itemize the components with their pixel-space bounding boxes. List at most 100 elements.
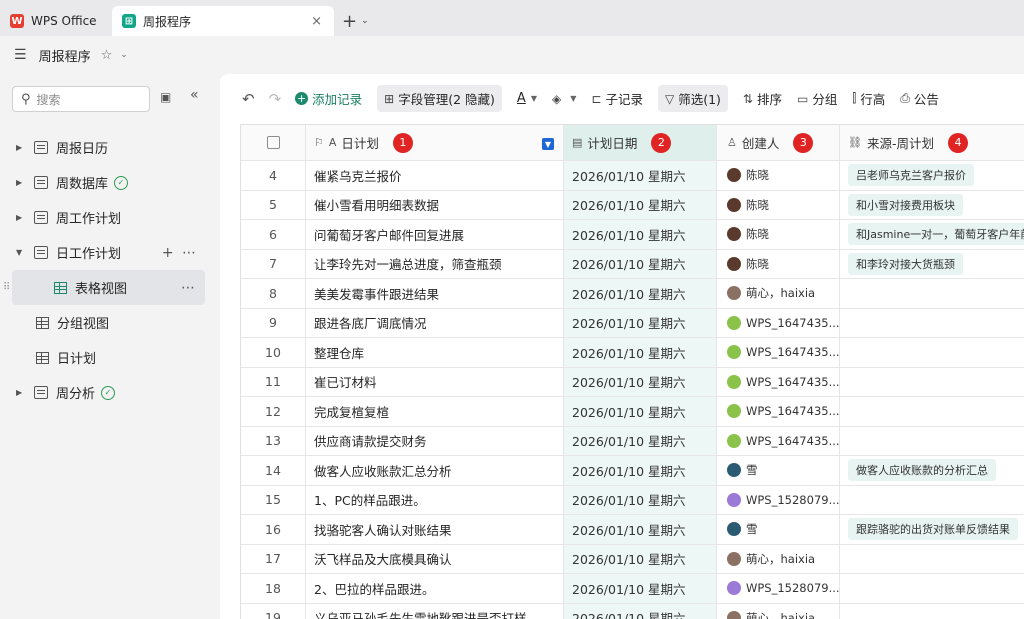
table-row[interactable]: 12 完成复楦复楦 2026/01/10 星期六 WPS_1647435... — [241, 397, 1024, 427]
date-cell[interactable]: 2026/01/10 星期六 — [564, 397, 717, 427]
date-cell[interactable]: 2026/01/10 星期六 — [564, 220, 717, 250]
source-cell[interactable] — [840, 427, 1024, 456]
table-row[interactable]: 6 问葡萄牙客户邮件回复进展 2026/01/10 星期六 陈晓 和Jasmine一对一… — [241, 220, 1024, 250]
table-row[interactable]: 8 美美发霉事件跟进结果 2026/01/10 星期六 萌心，haixia — [241, 279, 1024, 309]
source-cell[interactable] — [840, 279, 1024, 309]
column-header-source[interactable]: ⛓ 来源-周计划 4 — [840, 125, 1024, 161]
creator-cell[interactable]: WPS_1647435... — [717, 367, 840, 397]
source-cell[interactable] — [840, 574, 1024, 604]
tab-weekly-report[interactable]: ⊞ 周报程序 × — [112, 6, 334, 36]
source-cell[interactable] — [840, 604, 1024, 619]
notice-button[interactable]: ⎙ 公告 — [900, 89, 939, 108]
filter-button[interactable]: ▽ 筛选(1) — [657, 85, 728, 112]
creator-cell[interactable]: WPS_1647435... — [717, 338, 840, 368]
plan-cell[interactable]: 找骆驼客人确认对账结果 — [306, 515, 564, 545]
plan-cell[interactable]: 催小雪看用明细表数据 — [306, 190, 564, 220]
creator-cell[interactable]: 萌心，haixia — [717, 279, 840, 309]
plan-cell[interactable]: 跟进各底厂调底情况 — [306, 308, 564, 338]
date-cell[interactable]: 2026/01/10 星期六 — [564, 249, 717, 279]
text-color-button[interactable]: A ▼ — [517, 91, 537, 106]
creator-cell[interactable]: WPS_1528079... — [717, 485, 840, 515]
sidebar-subitem-daily-plan[interactable]: 日计划 — [0, 340, 220, 375]
column-header-creator[interactable]: ♙ 创建人 3 — [717, 125, 840, 161]
plan-cell[interactable]: 完成复楦复楦 — [306, 397, 564, 427]
source-cell[interactable] — [840, 309, 1024, 338]
creator-cell[interactable]: 陈晓 — [717, 161, 840, 191]
date-cell[interactable]: 2026/01/10 星期六 — [564, 190, 717, 220]
source-cell[interactable] — [840, 338, 1024, 368]
undo-icon[interactable]: ↶ — [242, 90, 255, 108]
expand-icon[interactable]: ▶ — [16, 143, 28, 152]
select-all-checkbox[interactable] — [266, 136, 280, 149]
expand-icon[interactable]: ▶ — [16, 178, 28, 187]
table-row[interactable]: 5 催小雪看用明细表数据 2026/01/10 星期六 陈晓 和小雪对接费用板块 — [241, 190, 1024, 220]
search-input[interactable]: ⚲ 搜索 — [12, 86, 150, 112]
drag-handle-icon[interactable]: ⠿ — [3, 282, 10, 293]
plan-cell[interactable]: 让李玲先对一遍总进度，筛查瓶颈 — [306, 249, 564, 279]
tab-wps-office[interactable]: W WPS Office — [0, 6, 112, 36]
source-cell[interactable]: 和Jasmine一对一，葡萄牙客户年前 — [840, 220, 1024, 250]
new-tab-button[interactable]: + ⌄ — [334, 6, 369, 36]
table-row[interactable]: 4 催紧乌克兰报价 2026/01/10 星期六 陈晓 吕老师乌克兰客户报价 — [241, 161, 1024, 191]
sidebar-subitem-table-view[interactable]: ⠿ 表格视图 ⋯ — [3, 270, 205, 305]
filter-active-icon[interactable]: ▼ — [542, 138, 554, 150]
chevron-down-icon[interactable]: ⌄ — [120, 50, 128, 60]
linked-record-tag[interactable]: 和李玲对接大货瓶颈 — [848, 252, 963, 275]
plan-cell[interactable]: 2、巴拉的样品跟进。 — [306, 574, 564, 604]
creator-cell[interactable]: 萌心，haixia — [717, 603, 840, 619]
row-height-button[interactable]: ⫿ 行高 — [852, 89, 885, 108]
table-row[interactable]: 9 跟进各底厂调底情况 2026/01/10 星期六 WPS_1647435... — [241, 308, 1024, 338]
source-cell[interactable]: 和小雪对接费用板块 — [840, 191, 1024, 220]
plan-cell[interactable]: 沃飞样品及大底模具确认 — [306, 544, 564, 574]
creator-cell[interactable]: WPS_1647435... — [717, 397, 840, 427]
sort-button[interactable]: ⇅ 排序 — [743, 89, 782, 108]
fill-color-button[interactable]: ◈ ▼ — [552, 92, 576, 106]
table-row[interactable]: 18 2、巴拉的样品跟进。 2026/01/10 星期六 WPS_1528079... — [241, 574, 1024, 604]
creator-cell[interactable]: 陈晓 — [717, 249, 840, 279]
source-cell[interactable]: 和李玲对接大货瓶颈 — [840, 250, 1024, 279]
date-cell[interactable]: 2026/01/10 星期六 — [564, 544, 717, 574]
add-record-button[interactable]: + 添加记录 — [295, 89, 362, 108]
plan-cell[interactable]: 整理仓库 — [306, 338, 564, 368]
expand-icon[interactable]: ▶ — [16, 388, 28, 397]
redo-icon[interactable]: ↷ — [269, 90, 282, 108]
group-button[interactable]: ▭ 分组 — [797, 89, 837, 108]
date-cell[interactable]: 2026/01/10 星期六 — [564, 456, 717, 486]
date-cell[interactable]: 2026/01/10 星期六 — [564, 367, 717, 397]
table-row[interactable]: 7 让李玲先对一遍总进度，筛查瓶颈 2026/01/10 星期六 陈晓 和李玲对接大货瓶… — [241, 249, 1024, 279]
table-row[interactable]: 10 整理仓库 2026/01/10 星期六 WPS_1647435... — [241, 338, 1024, 368]
linked-record-tag[interactable]: 做客人应收账款的分析汇总 — [848, 459, 996, 482]
table-row[interactable]: 16 找骆驼客人确认对账结果 2026/01/10 星期六 雪 跟踪骆驼的出货对账单反馈… — [241, 515, 1024, 545]
plan-cell[interactable]: 催紧乌克兰报价 — [306, 161, 564, 191]
date-cell[interactable]: 2026/01/10 星期六 — [564, 515, 717, 545]
table-row[interactable]: 11 崔已订材料 2026/01/10 星期六 WPS_1647435... — [241, 367, 1024, 397]
table-row[interactable]: 13 供应商请款提交财务 2026/01/10 星期六 WPS_1647435... — [241, 426, 1024, 456]
table-row[interactable]: 17 沃飞样品及大底模具确认 2026/01/10 星期六 萌心，haixia — [241, 544, 1024, 574]
date-cell[interactable]: 2026/01/10 星期六 — [564, 603, 717, 619]
sidebar-item-daily-plan[interactable]: ▼ 日工作计划 + ⋯ — [0, 235, 220, 270]
date-cell[interactable]: 2026/01/10 星期六 — [564, 338, 717, 368]
linked-record-tag[interactable]: 和Jasmine一对一，葡萄牙客户年前 — [848, 223, 1024, 246]
plan-cell[interactable]: 美美发霉事件跟进结果 — [306, 279, 564, 309]
date-cell[interactable]: 2026/01/10 星期六 — [564, 308, 717, 338]
sidebar-item-weekly-calendar[interactable]: ▶ 周报日历 — [0, 130, 220, 165]
date-cell[interactable]: 2026/01/10 星期六 — [564, 161, 717, 191]
close-tab-icon[interactable]: × — [311, 14, 322, 29]
plan-cell[interactable]: 义乌亚马孙毛先生雪地靴跟进是否打样 — [306, 603, 564, 619]
date-cell[interactable]: 2026/01/10 星期六 — [564, 485, 717, 515]
date-cell[interactable]: 2026/01/10 星期六 — [564, 426, 717, 456]
creator-cell[interactable]: WPS_1528079... — [717, 574, 840, 604]
column-header-plan[interactable]: ⚐ A 日计划 1 — [306, 125, 564, 161]
creator-cell[interactable]: 陈晓 — [717, 220, 840, 250]
table-row[interactable]: 15 1、PC的样品跟进。 2026/01/10 星期六 WPS_1528079... — [241, 485, 1024, 515]
date-cell[interactable]: 2026/01/10 星期六 — [564, 574, 717, 604]
source-cell[interactable]: 做客人应收账款的分析汇总 — [840, 456, 1024, 486]
add-view-more-icons[interactable]: + ⋯ — [162, 245, 198, 261]
star-icon[interactable]: ☆ — [101, 48, 113, 63]
sidebar-item-weekly-analysis[interactable]: ▶ 周分析 ✓ — [0, 375, 220, 410]
source-cell[interactable]: 吕老师乌克兰客户报价 — [840, 161, 1024, 191]
source-cell[interactable] — [840, 486, 1024, 515]
linked-record-tag[interactable]: 和小雪对接费用板块 — [848, 193, 963, 216]
creator-cell[interactable]: WPS_1647435... — [717, 308, 840, 338]
sidebar-item-weekly-database[interactable]: ▶ 周数据库 ✓ — [0, 165, 220, 200]
